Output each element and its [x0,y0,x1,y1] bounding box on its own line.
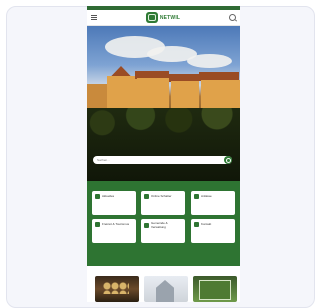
news-thumbnail[interactable] [95,276,139,302]
search-icon[interactable] [229,14,236,21]
quick-links-section: Aktuelles Online Schalter Anlässe Freize… [87,181,240,266]
quick-link-tile[interactable]: Aktuelles [92,191,136,215]
counter-icon [144,194,149,199]
quick-link-tile[interactable]: Online Schalter [141,191,185,215]
roof-shape [111,66,131,76]
news-thumbnail[interactable] [144,276,188,302]
tile-title: Kontakt [201,221,212,226]
site-logo[interactable]: NETWIL [145,12,181,23]
tile-title: Online Schalter [151,193,172,198]
search-input[interactable] [97,157,224,163]
contact-icon [194,222,199,227]
quick-link-tile[interactable]: Gemeinde & Verwaltung [141,219,185,243]
quick-link-tile[interactable]: Kontakt [191,219,235,243]
logo-badge-icon [145,12,158,23]
leisure-icon [95,222,100,227]
app-header: NETWIL [87,10,240,26]
news-thumbnail[interactable] [193,276,237,302]
menu-icon[interactable] [91,15,97,20]
mobile-preview: NETWIL Aktuelles [87,6,240,302]
tile-title: Aktuelles [102,193,115,198]
newspaper-icon [95,194,100,199]
tile-title: Gemeinde & Verwaltung [151,221,168,229]
search-bar [93,156,232,164]
tile-title: Freizeit & Tourismus [102,221,130,226]
townhall-icon [144,223,149,228]
quick-link-tile[interactable]: Anlässe [191,191,235,215]
search-button-icon[interactable] [224,156,232,164]
calendar-icon [194,194,199,199]
tile-title: Anlässe [201,193,212,198]
logo-text: NETWIL [159,14,181,21]
tree-line [87,108,240,182]
news-thumbnails [95,276,240,302]
quick-link-tile[interactable]: Freizeit & Tourismus [92,219,136,243]
cloud-shape [187,54,232,68]
hero-image [87,26,240,182]
